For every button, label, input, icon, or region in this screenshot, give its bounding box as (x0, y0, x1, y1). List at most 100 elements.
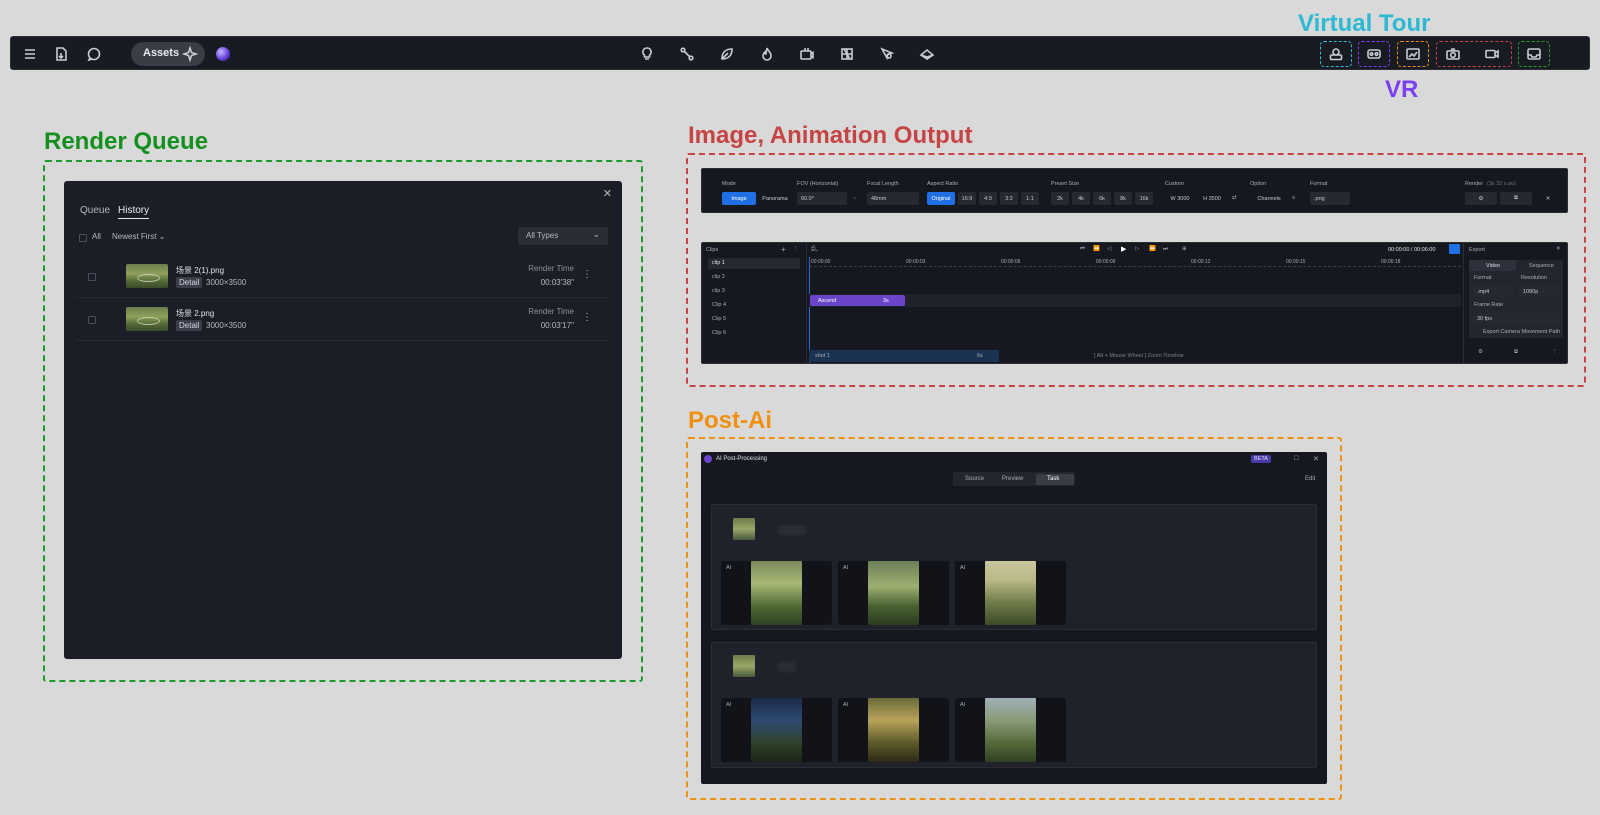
mode-panorama-button[interactable]: Panorama (758, 192, 792, 205)
swap-icon[interactable]: ⇄ (1232, 195, 1237, 201)
history-row[interactable]: 场景 2.png Detail 3000×3500 Render Time 00… (76, 299, 610, 341)
ai-result-card[interactable]: AI (721, 698, 832, 762)
more-icon[interactable]: ⋮ (1552, 349, 1558, 355)
select-all-checkbox[interactable] (79, 234, 87, 242)
ai-result-card[interactable]: AI (721, 561, 832, 625)
source-thumbnail (733, 655, 755, 677)
prev-icon[interactable]: ◁ (1107, 246, 1111, 252)
pin-icon[interactable] (878, 45, 896, 63)
row-checkbox[interactable] (88, 273, 96, 281)
tab-sequence[interactable]: Sequence (1529, 263, 1554, 269)
skip-start-icon[interactable]: ⏮ (1080, 246, 1085, 253)
clip-item[interactable]: Clip 6 (712, 330, 726, 336)
aspect-16-9[interactable]: 16:9 (958, 192, 976, 205)
mode-image-button[interactable]: Image (722, 192, 756, 205)
target-icon[interactable]: ⊕ (1182, 246, 1187, 252)
custom-height[interactable]: H 3500 (1197, 192, 1227, 205)
clip-item[interactable]: Clip 5 (712, 316, 726, 322)
add-clip-icon[interactable]: + (781, 245, 786, 254)
rewind-icon[interactable]: ⏪ (1093, 246, 1100, 252)
sparkle-icon[interactable] (181, 45, 199, 63)
virtual-tour-icon[interactable] (1327, 45, 1345, 63)
row-checkbox[interactable] (88, 316, 96, 324)
vr-icon[interactable] (1365, 45, 1383, 63)
custom-width[interactable]: W 3000 (1165, 192, 1195, 205)
clip-item[interactable]: clip 3 (712, 288, 725, 294)
assets-button[interactable]: Assets (131, 42, 205, 66)
tab-source[interactable]: Source (965, 476, 984, 482)
close-icon[interactable]: ✕ (603, 187, 612, 200)
inbox-icon[interactable] (1525, 45, 1543, 63)
link-icon[interactable]: ⇔ (852, 195, 858, 201)
tab-history[interactable]: History (118, 205, 150, 219)
render-queue-icon[interactable]: ⧉ (1514, 349, 1518, 356)
preset-4k[interactable]: 4k (1072, 192, 1090, 205)
layers-icon[interactable] (918, 45, 936, 63)
close-icon[interactable]: ✕ (1313, 455, 1319, 463)
aspect-3-2[interactable]: 3:2 (1000, 192, 1018, 205)
more-icon[interactable]: ⋮ (793, 246, 799, 252)
focal-input[interactable]: 48mm (867, 192, 919, 205)
aspect-4-3[interactable]: 4:3 (979, 192, 997, 205)
settings-icon[interactable]: ≡ (1292, 195, 1295, 201)
render-settings-icon[interactable]: ⚙ (1478, 349, 1483, 355)
maximize-icon[interactable]: □ (1294, 455, 1298, 462)
clip-item[interactable]: Clip 4 (712, 302, 726, 308)
sort-dropdown[interactable]: Newest First ⌄ (112, 232, 165, 241)
track-clip[interactable]: Ascend 3s (810, 295, 905, 306)
import-file-icon[interactable] (52, 45, 70, 63)
forward-icon[interactable]: ⏩ (1149, 246, 1156, 252)
channels-toggle[interactable]: Channels (1250, 192, 1288, 205)
video-icon[interactable] (1483, 45, 1501, 63)
edit-button[interactable]: Edit (1305, 476, 1315, 482)
resolution-select[interactable]: 1080p (1519, 286, 1559, 297)
play-icon[interactable]: ▶ (1121, 245, 1126, 253)
aspect-original[interactable]: Original (927, 192, 955, 205)
chat-icon[interactable] (85, 45, 103, 63)
tab-task[interactable]: Task (1047, 476, 1059, 482)
more-icon[interactable]: ⋮ (582, 312, 592, 323)
camera-move-icon[interactable] (798, 45, 816, 63)
framerate-select[interactable]: 30 fps (1473, 313, 1559, 324)
leaf-icon[interactable] (718, 45, 736, 63)
flame-icon[interactable] (758, 45, 776, 63)
tab-preview[interactable]: Preview (1002, 476, 1023, 482)
ai-result-card[interactable]: AI (955, 561, 1066, 625)
preset-6k[interactable]: 6k (1093, 192, 1111, 205)
aspect-1-1[interactable]: 1:1 (1021, 192, 1039, 205)
close-icon[interactable]: ✕ (1535, 192, 1561, 205)
ai-orb-icon[interactable] (216, 47, 230, 61)
format-select[interactable]: .png (1310, 192, 1350, 205)
menu-icon[interactable] (21, 45, 39, 63)
preset-2k[interactable]: 2k (1051, 192, 1069, 205)
grid-icon[interactable] (838, 45, 856, 63)
skip-end-icon[interactable]: ⏭ (1163, 246, 1168, 253)
clip-item[interactable]: clip 2 (712, 274, 725, 280)
tab-queue[interactable]: Queue (80, 205, 110, 216)
camera-icon[interactable] (1444, 45, 1462, 63)
light-bulb-icon[interactable] (638, 45, 656, 63)
fov-input[interactable]: 60.0° (797, 192, 847, 205)
type-filter-select[interactable]: All Types ⌄ (518, 227, 608, 245)
shot-bar[interactable]: shot 1 6s (809, 350, 999, 362)
camera-path-checkbox[interactable]: Export Camera Movement Path (1483, 329, 1560, 335)
path-icon[interactable] (678, 45, 696, 63)
format-select[interactable]: .mp4 (1473, 286, 1513, 297)
ai-result-card[interactable]: AI (838, 698, 949, 762)
history-row[interactable]: 场景 2(1).png Detail 3000×3500 Render Time… (76, 256, 610, 298)
preset-8k[interactable]: 8k (1114, 192, 1132, 205)
render-queue-icon[interactable]: ⧉ (1500, 192, 1532, 205)
share-image-icon[interactable] (1404, 45, 1422, 63)
preset-16k[interactable]: 16k (1135, 192, 1153, 205)
render-settings-icon[interactable]: ⚙ (1465, 192, 1497, 205)
export-title: Export (1469, 247, 1485, 253)
export-toggle-icon[interactable] (1449, 244, 1460, 254)
playhead[interactable] (809, 257, 810, 363)
clip-item[interactable]: clip 1 (712, 260, 725, 266)
next-icon[interactable]: ▷ (1135, 246, 1139, 252)
close-icon[interactable]: ✕ (1556, 246, 1561, 252)
ai-result-card[interactable]: AI (838, 561, 949, 625)
camera-add-icon[interactable]: ⎙⌄ (811, 246, 818, 253)
more-icon[interactable]: ⋮ (582, 269, 592, 280)
ai-result-card[interactable]: AI (955, 698, 1066, 762)
